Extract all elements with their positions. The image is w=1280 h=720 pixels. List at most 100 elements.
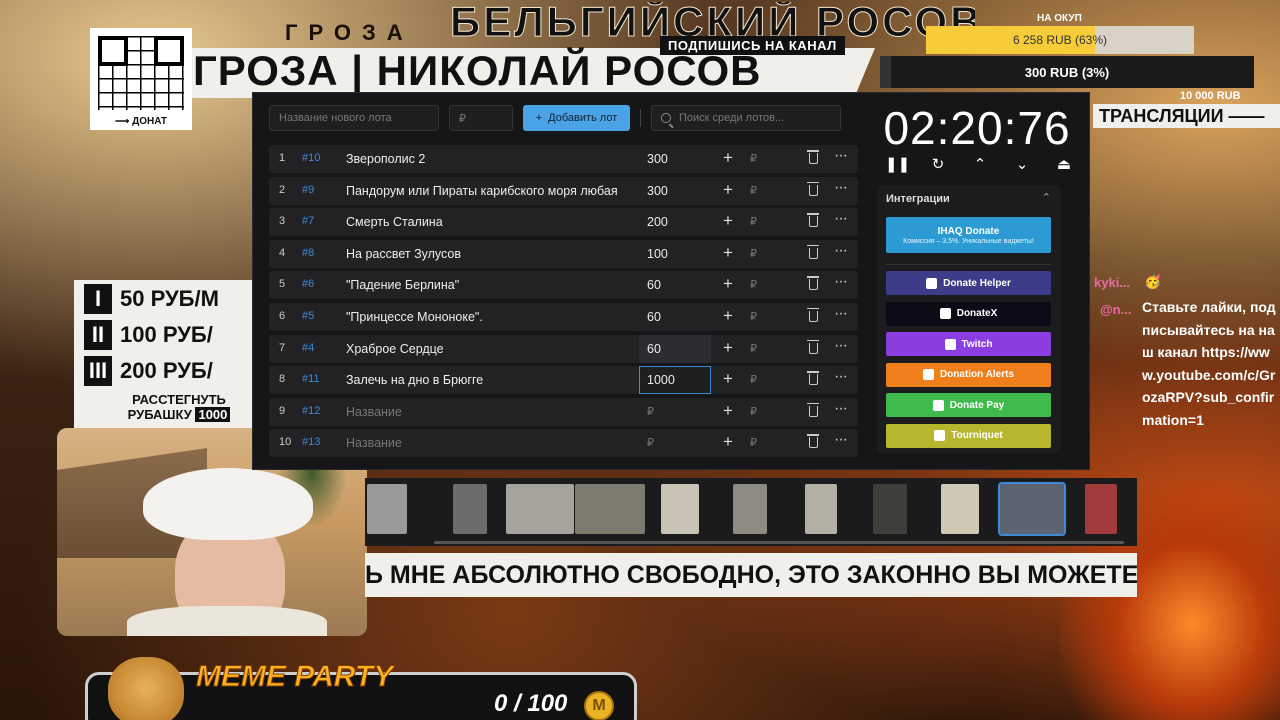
price-row: III 200 РУБ/ <box>84 356 213 386</box>
lot-amount[interactable]: 60 <box>647 342 661 356</box>
lot-title[interactable]: Название <box>346 436 402 450</box>
lot-amount[interactable]: 300 <box>647 184 668 198</box>
new-lot-input[interactable]: Название нового лота <box>269 105 439 131</box>
price-level: III <box>84 356 112 386</box>
add-lot-button[interactable]: + Добавить лот <box>523 105 630 131</box>
plus-icon[interactable]: + <box>723 274 733 294</box>
price-row: II 100 РУБ/ <box>84 320 213 350</box>
lot-row[interactable]: 4 #8 На рассвет Зулусов 100 + ₽ ··· <box>269 239 858 268</box>
lot-title[interactable]: Зверополис 2 <box>346 152 425 166</box>
more-icon[interactable]: ··· <box>834 210 848 228</box>
lot-row[interactable]: 8 #11 Залечь на дно в Брюгге 1000 + ₽ ··· <box>269 366 858 395</box>
thumbnail[interactable] <box>661 484 699 534</box>
integration-button[interactable]: Donate Helper <box>886 271 1051 295</box>
thumbnail[interactable] <box>873 484 907 534</box>
ihaq-subtext: Комиссия – 3,5%. Уникальные виджеты! <box>903 237 1034 245</box>
more-icon[interactable]: ··· <box>834 147 848 165</box>
lot-amount[interactable]: ₽ <box>647 436 654 449</box>
plus-icon[interactable]: + <box>723 211 733 231</box>
chevron-up-icon[interactable]: ⌃ <box>969 155 991 173</box>
more-icon[interactable]: ··· <box>834 242 848 260</box>
lot-amount[interactable]: 1000 <box>647 373 675 387</box>
goal-progress-2: 300 RUB (3%) <box>880 56 1254 88</box>
plus-icon[interactable]: + <box>723 432 733 452</box>
lot-title[interactable]: Храброе Сердце <box>346 342 444 356</box>
lot-amount[interactable]: ₽ <box>647 405 654 418</box>
integration-button[interactable]: Twitch <box>886 332 1051 356</box>
lot-title[interactable]: Смерть Сталина <box>346 215 443 229</box>
more-icon[interactable]: ··· <box>834 179 848 197</box>
lot-amount[interactable]: 60 <box>647 278 661 292</box>
thumbnail[interactable] <box>506 484 574 534</box>
integration-button[interactable]: Donate Pay <box>886 393 1051 417</box>
pause-icon[interactable]: ❚❚ <box>885 155 910 173</box>
lot-amount[interactable]: 60 <box>647 310 661 324</box>
lot-index: 4 <box>279 246 286 259</box>
chevron-up-icon[interactable]: ⌃ <box>1042 191 1051 204</box>
lot-row[interactable]: 7 #4 Храброе Сердце 60 + ₽ ··· <box>269 334 858 363</box>
lot-title[interactable]: На рассвет Зулусов <box>346 247 461 261</box>
plus-icon[interactable]: + <box>723 180 733 200</box>
more-icon[interactable]: ··· <box>834 368 848 386</box>
lot-amount[interactable]: 300 <box>647 152 668 166</box>
trash-icon[interactable] <box>807 244 819 259</box>
thumbnail[interactable] <box>453 484 487 534</box>
lot-title[interactable]: "Падение Берлина" <box>346 278 459 292</box>
lot-title[interactable]: Залечь на дно в Брюгге <box>346 373 483 387</box>
lot-row[interactable]: 6 #5 "Принцессе Мононоке". 60 + ₽ ··· <box>269 302 858 331</box>
thumbnail-scrollbar[interactable] <box>434 541 1124 544</box>
plus-icon[interactable]: + <box>723 401 733 421</box>
lot-index: 10 <box>279 436 292 449</box>
lot-index: 1 <box>279 152 286 164</box>
thumbnail[interactable] <box>733 484 767 534</box>
more-icon[interactable]: ··· <box>834 273 848 291</box>
reset-icon[interactable]: ↻ <box>927 155 949 173</box>
lot-amount-input[interactable]: ₽ <box>449 105 513 131</box>
lot-amount[interactable]: 100 <box>647 247 668 261</box>
integration-button[interactable]: DonateX <box>886 301 1051 326</box>
trash-icon[interactable] <box>807 371 819 386</box>
plus-icon[interactable]: + <box>723 148 733 168</box>
trash-icon[interactable] <box>807 307 819 322</box>
lot-row[interactable]: 3 #7 Смерть Сталина 200 + ₽ ··· <box>269 208 858 237</box>
lot-title[interactable]: "Принцессе Мононоке". <box>346 310 483 324</box>
plus-icon[interactable]: + <box>723 243 733 263</box>
more-icon[interactable]: ··· <box>834 431 848 449</box>
more-icon[interactable]: ··· <box>834 305 848 323</box>
lot-row[interactable]: 2 #9 Пандорум или Пираты карибского моря л… <box>269 176 858 205</box>
plus-icon[interactable]: + <box>723 369 733 389</box>
search-input[interactable]: Поиск среди лотов... <box>651 105 841 131</box>
lot-row[interactable]: 5 #6 "Падение Берлина" 60 + ₽ ··· <box>269 271 858 300</box>
thumbnail-selected[interactable] <box>998 482 1066 536</box>
thumbnail[interactable] <box>805 484 837 534</box>
plus-icon[interactable]: + <box>723 338 733 358</box>
lot-row[interactable]: 10 #13 Название ₽ + ₽ ··· <box>269 429 858 458</box>
trash-icon[interactable] <box>807 213 819 228</box>
thumbnail[interactable] <box>367 484 407 534</box>
ihaq-donate-button[interactable]: IHAQ Donate Комиссия – 3,5%. Уникальные … <box>886 217 1051 253</box>
thumbnail-strip[interactable] <box>365 478 1137 546</box>
trash-icon[interactable] <box>807 402 819 417</box>
integration-button[interactable]: Tourniquet <box>886 423 1051 448</box>
thumbnail[interactable] <box>575 484 645 534</box>
lot-list: 1 #10 Зверополис 2 300 + ₽ ··· 2 #9 Пандорум или … <box>269 145 858 461</box>
thumbnail[interactable] <box>941 484 979 534</box>
lot-title[interactable]: Название <box>346 405 402 419</box>
trash-icon[interactable] <box>807 276 819 291</box>
trash-icon[interactable] <box>807 181 819 196</box>
rip-line-2: РУБАШКУ 1000 <box>96 407 262 422</box>
lot-row[interactable]: 1 #10 Зверополис 2 300 + ₽ ··· <box>269 145 858 173</box>
lot-amount[interactable]: 200 <box>647 215 668 229</box>
lot-title[interactable]: Пандорум или Пираты карибского моря люба… <box>346 184 618 198</box>
eject-icon[interactable]: ⏏ <box>1053 155 1075 173</box>
trash-icon[interactable] <box>807 150 819 164</box>
integration-button[interactable]: Donation Alerts <box>886 362 1051 387</box>
trash-icon[interactable] <box>807 434 819 449</box>
chevron-down-icon[interactable]: ⌄ <box>1011 155 1033 173</box>
trash-icon[interactable] <box>807 339 819 354</box>
lot-row[interactable]: 9 #12 Название ₽ + ₽ ··· <box>269 397 858 426</box>
plus-icon[interactable]: + <box>723 306 733 326</box>
more-icon[interactable]: ··· <box>834 400 848 418</box>
lot-index: 7 <box>279 341 286 354</box>
more-icon[interactable]: ··· <box>834 337 848 355</box>
